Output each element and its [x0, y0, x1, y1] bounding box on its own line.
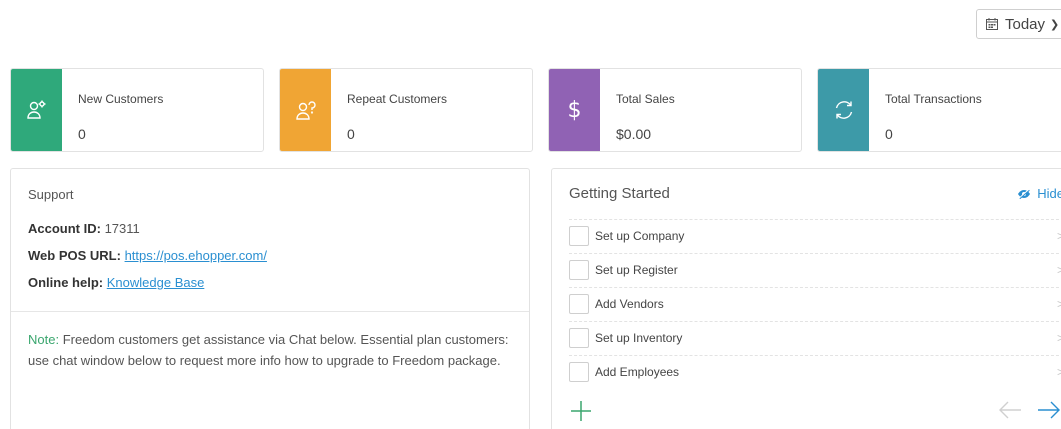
note-prefix: Note:	[28, 332, 60, 347]
online-help-label: Online help:	[28, 275, 104, 290]
chevron-right-icon: >	[1056, 365, 1061, 379]
stat-label: Total Sales	[616, 92, 675, 106]
support-note: Note: Freedom customers get assistance v…	[28, 329, 513, 371]
task-item-setup-company[interactable]: Set up Company >	[569, 219, 1061, 252]
stat-label: Total Transactions	[885, 92, 982, 106]
online-help-row: Online help: Knowledge Base	[28, 275, 204, 290]
web-pos-label: Web POS URL:	[28, 248, 121, 263]
support-title: Support	[28, 187, 74, 202]
account-id-value: 17311	[104, 221, 140, 236]
task-item-add-vendors[interactable]: Add Vendors >	[569, 287, 1061, 320]
task-item-setup-inventory[interactable]: Set up Inventory >	[569, 321, 1061, 354]
chevron-right-icon: >	[1056, 331, 1061, 345]
task-label: Set up Inventory	[595, 331, 683, 345]
task-checkbox[interactable]	[569, 260, 589, 280]
chevron-right-icon: >	[1056, 297, 1061, 311]
task-checkbox[interactable]	[569, 294, 589, 314]
stat-value: 0	[347, 126, 355, 142]
arrow-left-icon[interactable]	[997, 399, 1023, 421]
hide-label: Hide	[1037, 186, 1061, 201]
eye-slash-icon	[1018, 188, 1031, 199]
task-label: Set up Register	[595, 263, 678, 277]
chevron-right-icon: >	[1056, 263, 1061, 277]
stat-value: 0	[885, 126, 893, 142]
knowledge-base-link[interactable]: Knowledge Base	[107, 275, 205, 290]
sync-icon	[818, 69, 869, 151]
task-label: Set up Company	[595, 229, 685, 243]
stat-card-repeat-customers: Repeat Customers 0	[279, 68, 533, 152]
hide-button[interactable]: Hide	[1017, 186, 1061, 201]
chevron-right-icon: >	[1056, 229, 1061, 243]
getting-started-title: Getting Started	[569, 185, 670, 202]
new-customers-icon	[11, 69, 62, 151]
arrow-right-icon[interactable]	[1036, 399, 1061, 421]
task-label: Add Vendors	[595, 297, 664, 311]
task-label: Add Employees	[595, 365, 680, 379]
date-filter-label: Today	[1005, 15, 1046, 33]
getting-started-panel: Getting Started Hide Set up Company > Se…	[551, 168, 1061, 429]
stat-value: $0.00	[616, 126, 652, 142]
repeat-customers-icon	[280, 69, 331, 151]
web-pos-link[interactable]: https://pos.ehopper.com/	[125, 248, 267, 263]
calendar-icon	[986, 18, 998, 30]
task-item-setup-register[interactable]: Set up Register >	[569, 253, 1061, 286]
stat-value: 0	[78, 126, 86, 142]
stat-label: New Customers	[78, 92, 164, 106]
note-text: Freedom customers get assistance via Cha…	[28, 332, 509, 368]
task-checkbox[interactable]	[569, 328, 589, 348]
support-panel: Support Account ID: 17311 Web POS URL: h…	[10, 168, 530, 429]
date-filter-button[interactable]: Today ❯	[976, 9, 1061, 39]
dollar-icon: $	[549, 69, 600, 151]
stat-card-new-customers: New Customers 0	[10, 68, 264, 152]
stat-card-total-transactions: Total Transactions 0	[817, 68, 1061, 152]
stat-label: Repeat Customers	[347, 92, 448, 106]
web-pos-row: Web POS URL: https://pos.ehopper.com/	[28, 248, 267, 263]
plus-icon[interactable]	[569, 399, 593, 423]
chevron-down-icon: ❯	[1050, 18, 1060, 31]
task-checkbox[interactable]	[569, 362, 589, 382]
account-id-label: Account ID:	[28, 221, 101, 236]
stat-card-total-sales: $ Total Sales $0.00	[548, 68, 802, 152]
account-id-row: Account ID: 17311	[28, 221, 140, 236]
task-checkbox[interactable]	[569, 226, 589, 246]
task-item-add-employees[interactable]: Add Employees >	[569, 355, 1061, 388]
